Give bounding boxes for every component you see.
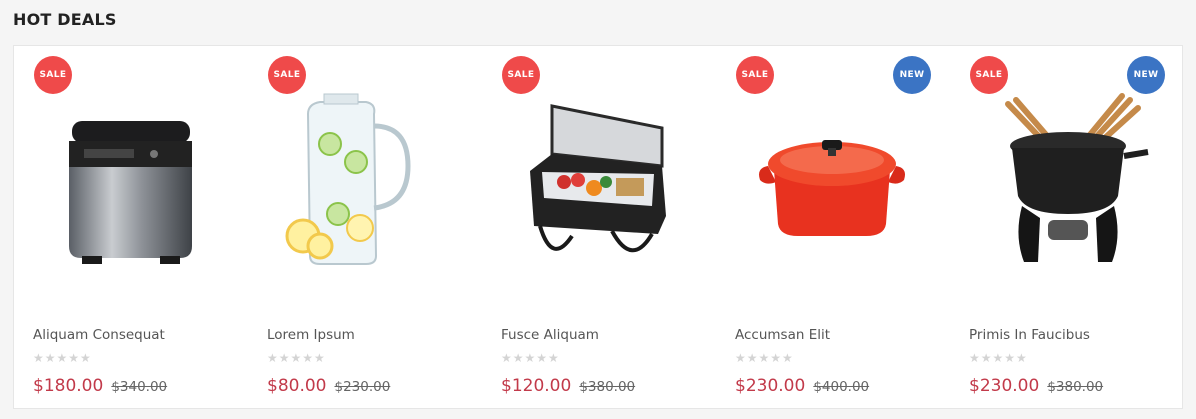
old-price: $380.00 bbox=[579, 379, 636, 395]
product-card[interactable]: SALE NEW Accumsan Elit ★★★★★ $230.00 $400… bbox=[716, 46, 950, 408]
price-row: $230.00 $380.00 bbox=[969, 376, 1103, 396]
product-name[interactable]: Primis In Faucibus bbox=[969, 327, 1090, 343]
star-rating: ★★★★★ bbox=[969, 351, 1028, 365]
sale-badge: SALE bbox=[268, 56, 306, 94]
product-name[interactable]: Accumsan Elit bbox=[735, 327, 830, 343]
glass-pitcher-image[interactable] bbox=[248, 86, 482, 276]
star-rating: ★★★★★ bbox=[267, 351, 326, 365]
sale-badge: SALE bbox=[736, 56, 774, 94]
sale-badge: SALE bbox=[502, 56, 540, 94]
product-card[interactable]: SALE NEW Primis In Faucibus ★★★★★ $230.0… bbox=[950, 46, 1184, 408]
old-price: $340.00 bbox=[111, 379, 168, 395]
product-card[interactable]: SALE Fusce Aliquam ★★★★★ $120.00 $380.00 bbox=[482, 46, 716, 408]
bread-maker-image[interactable] bbox=[14, 86, 248, 276]
product-card[interactable]: SALE Lorem Ipsum ★★★★★ $80.00 $230.00 bbox=[248, 46, 482, 408]
sale-badge: SALE bbox=[970, 56, 1008, 94]
new-badge: NEW bbox=[1127, 56, 1165, 94]
star-rating: ★★★★★ bbox=[501, 351, 560, 365]
current-price: $230.00 bbox=[735, 376, 806, 396]
product-name[interactable]: Lorem Ipsum bbox=[267, 327, 355, 343]
hot-deals-panel: SALE Aliquam Consequat ★★★★★ $180.00 $340… bbox=[13, 45, 1183, 409]
fondue-set-image[interactable] bbox=[950, 86, 1184, 276]
section-title: HOT DEALS bbox=[13, 10, 117, 29]
current-price: $230.00 bbox=[969, 376, 1040, 396]
red-dutch-oven-image[interactable] bbox=[716, 86, 950, 276]
price-row: $120.00 $380.00 bbox=[501, 376, 635, 396]
current-price: $120.00 bbox=[501, 376, 572, 396]
product-card[interactable]: SALE Aliquam Consequat ★★★★★ $180.00 $340… bbox=[14, 46, 248, 408]
product-name[interactable]: Aliquam Consequat bbox=[33, 327, 165, 343]
price-row: $80.00 $230.00 bbox=[267, 376, 390, 396]
old-price: $380.00 bbox=[1047, 379, 1104, 395]
current-price: $180.00 bbox=[33, 376, 104, 396]
old-price: $400.00 bbox=[813, 379, 870, 395]
product-name[interactable]: Fusce Aliquam bbox=[501, 327, 599, 343]
sale-badge: SALE bbox=[34, 56, 72, 94]
star-rating: ★★★★★ bbox=[33, 351, 92, 365]
star-rating: ★★★★★ bbox=[735, 351, 794, 365]
new-badge: NEW bbox=[893, 56, 931, 94]
price-row: $230.00 $400.00 bbox=[735, 376, 869, 396]
cooler-bag-image[interactable] bbox=[482, 86, 716, 276]
price-row: $180.00 $340.00 bbox=[33, 376, 167, 396]
old-price: $230.00 bbox=[334, 379, 391, 395]
current-price: $80.00 bbox=[267, 376, 327, 396]
